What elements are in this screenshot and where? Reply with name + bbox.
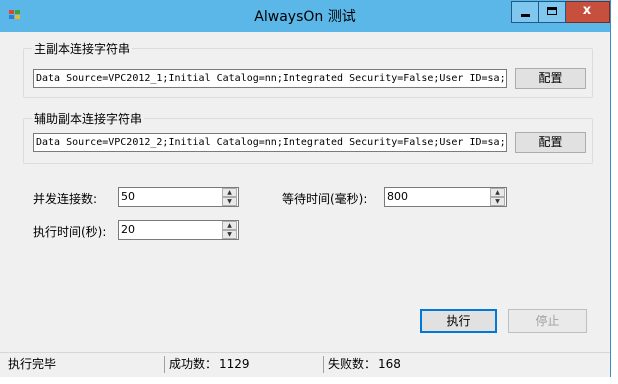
- status-bar: 执行完毕 成功数： 1129 失败数： 168: [0, 352, 610, 377]
- status-failure: 失败数： 168: [325, 356, 505, 373]
- close-icon: x: [582, 3, 592, 18]
- wait-time-value: 800: [387, 190, 408, 203]
- primary-replica-group: 主副本连接字符串 Data Source=VPC2012_1;Initial C…: [23, 40, 593, 98]
- primary-connection-string-input[interactable]: Data Source=VPC2012_1;Initial Catalog=nn…: [33, 69, 507, 88]
- concurrency-stepper[interactable]: 50 ▲ ▼: [118, 187, 239, 207]
- failure-count: 168: [378, 357, 401, 371]
- concurrency-value: 50: [121, 190, 135, 203]
- title-bar[interactable]: AlwaysOn 测试 x: [0, 0, 610, 32]
- wait-time-up-button[interactable]: ▲: [490, 188, 505, 197]
- duration-label: 执行时间(秒):: [33, 225, 107, 239]
- duration-down-button[interactable]: ▼: [222, 230, 237, 239]
- chevron-down-icon: ▼: [227, 198, 232, 205]
- maximize-button[interactable]: [539, 1, 566, 23]
- close-button[interactable]: x: [566, 1, 610, 23]
- concurrency-down-button[interactable]: ▼: [222, 197, 237, 206]
- duration-stepper[interactable]: 20 ▲ ▼: [118, 220, 239, 240]
- app-window: AlwaysOn 测试 x 主副本连接字符串 Data Source=VPC20…: [0, 0, 610, 377]
- chevron-down-icon: ▼: [227, 231, 232, 238]
- duration-value: 20: [121, 223, 135, 236]
- wait-time-down-button[interactable]: ▼: [490, 197, 505, 206]
- failure-label: 失败数：: [328, 357, 377, 371]
- wait-time-label: 等待时间(毫秒):: [282, 192, 368, 206]
- secondary-group-title: 辅助副本连接字符串: [32, 110, 145, 127]
- concurrency-label: 并发连接数:: [33, 192, 98, 206]
- secondary-config-button[interactable]: 配置: [515, 132, 586, 153]
- minimize-button[interactable]: [511, 1, 539, 23]
- chevron-up-icon: ▲: [495, 189, 500, 196]
- minimize-icon: [521, 14, 530, 17]
- primary-group-title: 主副本连接字符串: [32, 40, 133, 57]
- chevron-down-icon: ▼: [495, 198, 500, 205]
- maximize-icon: [547, 7, 557, 15]
- stop-button[interactable]: 停止: [508, 309, 587, 333]
- success-label: 成功数：: [169, 357, 218, 371]
- secondary-replica-group: 辅助副本连接字符串 Data Source=VPC2012_2;Initial …: [23, 110, 593, 164]
- chevron-up-icon: ▲: [227, 222, 232, 229]
- chevron-up-icon: ▲: [227, 189, 232, 196]
- concurrency-up-button[interactable]: ▲: [222, 188, 237, 197]
- primary-config-button[interactable]: 配置: [515, 68, 586, 89]
- execute-button[interactable]: 执行: [420, 309, 497, 333]
- status-state: 执行完毕: [5, 356, 165, 373]
- secondary-connection-string-input[interactable]: Data Source=VPC2012_2;Initial Catalog=nn…: [33, 133, 507, 152]
- status-success: 成功数： 1129: [166, 356, 324, 373]
- wait-time-stepper[interactable]: 800 ▲ ▼: [384, 187, 507, 207]
- duration-up-button[interactable]: ▲: [222, 221, 237, 230]
- success-count: 1129: [219, 357, 250, 371]
